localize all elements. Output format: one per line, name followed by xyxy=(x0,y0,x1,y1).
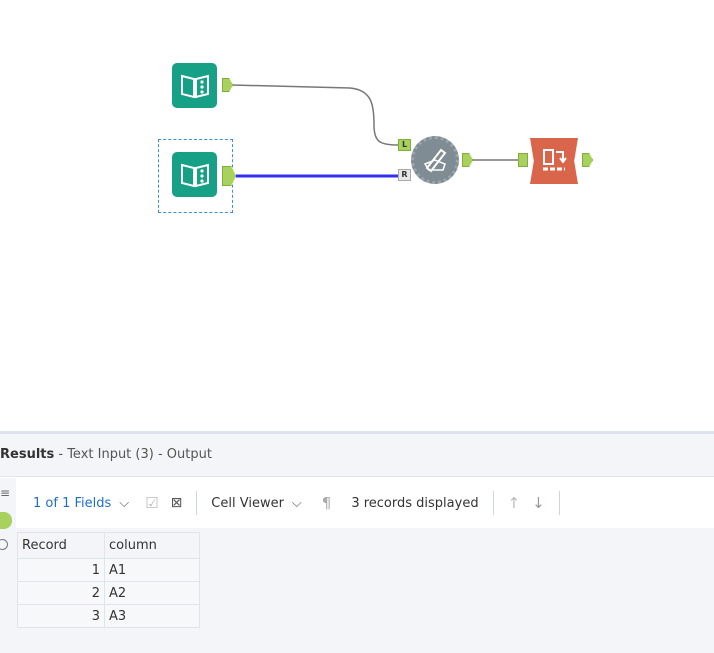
join-left-anchor[interactable]: L xyxy=(398,139,411,151)
join-tool[interactable] xyxy=(411,136,459,184)
results-subtitle: - Text Input (3) - Output xyxy=(54,447,212,462)
book-icon xyxy=(180,163,209,187)
anchor-label-r: R xyxy=(401,170,408,179)
results-table: Record column 1 A1 2 A2 3 A3 xyxy=(17,532,200,628)
separator xyxy=(558,491,560,515)
pen-hand-icon xyxy=(423,148,447,173)
join-right-anchor[interactable]: R xyxy=(398,169,411,181)
chevron-down-icon: ⌵ xyxy=(291,495,302,511)
arrow-down-icon[interactable]: ↓ xyxy=(532,494,545,512)
records-count: 3 records displayed xyxy=(351,495,479,511)
table-row: 3 A3 xyxy=(18,605,199,627)
output-anchor-icon[interactable] xyxy=(0,512,12,529)
table-row: 1 A1 xyxy=(18,559,199,581)
arrow-up-icon[interactable]: ↑ xyxy=(508,494,521,512)
browse-icon xyxy=(543,149,567,171)
menu-icon[interactable]: ≡ xyxy=(0,486,10,500)
browse-input-anchor[interactable] xyxy=(518,153,528,167)
cell-viewer-label: Cell Viewer xyxy=(211,495,284,511)
record-cell[interactable]: 3 xyxy=(18,605,104,627)
workflow-canvas[interactable]: L R xyxy=(0,0,714,431)
connections xyxy=(231,84,518,178)
text-input-tool-2[interactable] xyxy=(172,152,217,197)
cell-viewer-dropdown[interactable]: Cell Viewer ⌵ xyxy=(211,496,301,511)
text-input-tool-1[interactable] xyxy=(172,63,217,108)
separator xyxy=(196,491,198,515)
table-header-row: Record column xyxy=(18,533,199,558)
column-header-column[interactable]: column xyxy=(105,533,199,558)
connection-input1-to-join-left xyxy=(231,84,399,146)
browse-tool[interactable] xyxy=(530,138,578,184)
record-cell[interactable]: 2 xyxy=(18,582,104,604)
column-cell[interactable]: A3 xyxy=(105,605,199,627)
column-cell[interactable]: A1 xyxy=(105,559,199,581)
results-title: Results xyxy=(0,447,55,462)
book-icon xyxy=(180,74,209,98)
fields-dropdown[interactable]: 1 of 1 Fields ⌵ xyxy=(33,496,129,511)
chevron-down-icon: ⌵ xyxy=(119,495,130,511)
anchor-label-l: L xyxy=(401,140,408,149)
table-row: 2 A2 xyxy=(18,582,199,604)
record-cell[interactable]: 1 xyxy=(18,559,104,581)
column-cell[interactable]: A2 xyxy=(105,582,199,604)
pilcrow-icon[interactable]: ¶ xyxy=(322,494,332,512)
column-header-record[interactable]: Record xyxy=(18,533,104,558)
checkbox-select-icon[interactable]: ☑ xyxy=(145,494,158,512)
separator xyxy=(492,491,494,515)
fields-label: 1 of 1 Fields xyxy=(33,495,112,511)
results-toolbar: 1 of 1 Fields ⌵ ☑ ⊠ Cell Viewer ⌵ ¶ 3 reco… xyxy=(16,478,714,528)
help-icon[interactable] xyxy=(0,539,8,550)
results-header: Results - Text Input (3) - Output xyxy=(0,434,714,477)
deselect-icon[interactable]: ⊠ xyxy=(171,495,183,511)
results-side-strip: ≡ xyxy=(0,478,16,653)
